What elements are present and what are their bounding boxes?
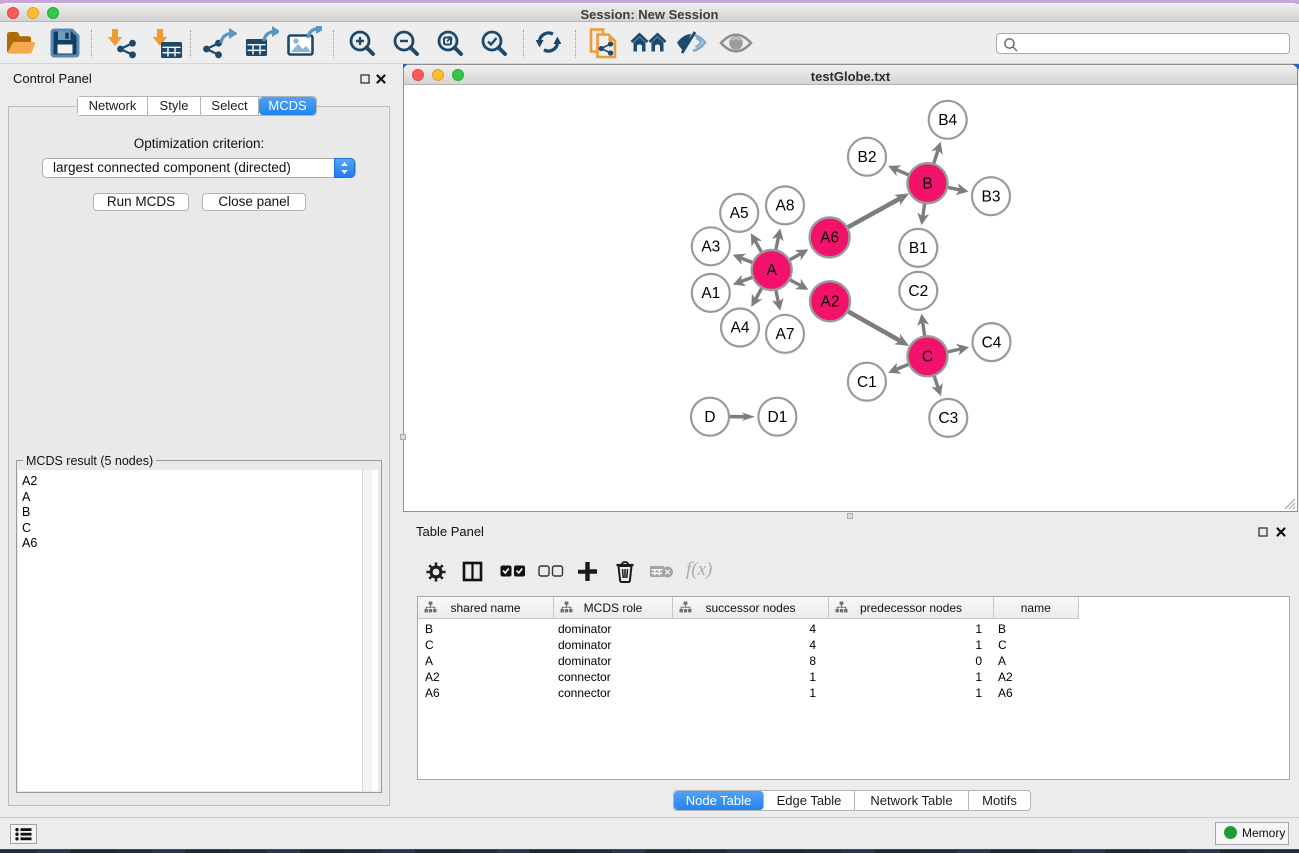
svg-text:C2: C2 — [908, 283, 928, 300]
svg-text:D: D — [704, 409, 715, 426]
svg-text:A4: A4 — [731, 320, 750, 337]
svg-text:C: C — [922, 349, 933, 366]
svg-text:A3: A3 — [701, 239, 720, 256]
svg-text:B1: B1 — [909, 240, 928, 257]
svg-text:A: A — [767, 262, 778, 279]
svg-text:A8: A8 — [776, 198, 795, 215]
svg-text:A7: A7 — [776, 326, 795, 343]
svg-text:A1: A1 — [701, 285, 720, 302]
svg-text:C1: C1 — [857, 374, 877, 391]
svg-text:B3: B3 — [982, 188, 1001, 205]
svg-text:A6: A6 — [820, 230, 839, 247]
svg-text:C4: C4 — [982, 334, 1002, 351]
svg-text:D1: D1 — [767, 409, 787, 426]
svg-text:B4: B4 — [938, 112, 957, 129]
svg-text:A2: A2 — [821, 294, 840, 311]
svg-text:B2: B2 — [858, 149, 877, 166]
svg-text:C3: C3 — [938, 410, 958, 427]
svg-text:B: B — [922, 175, 932, 192]
svg-text:A5: A5 — [730, 205, 749, 222]
